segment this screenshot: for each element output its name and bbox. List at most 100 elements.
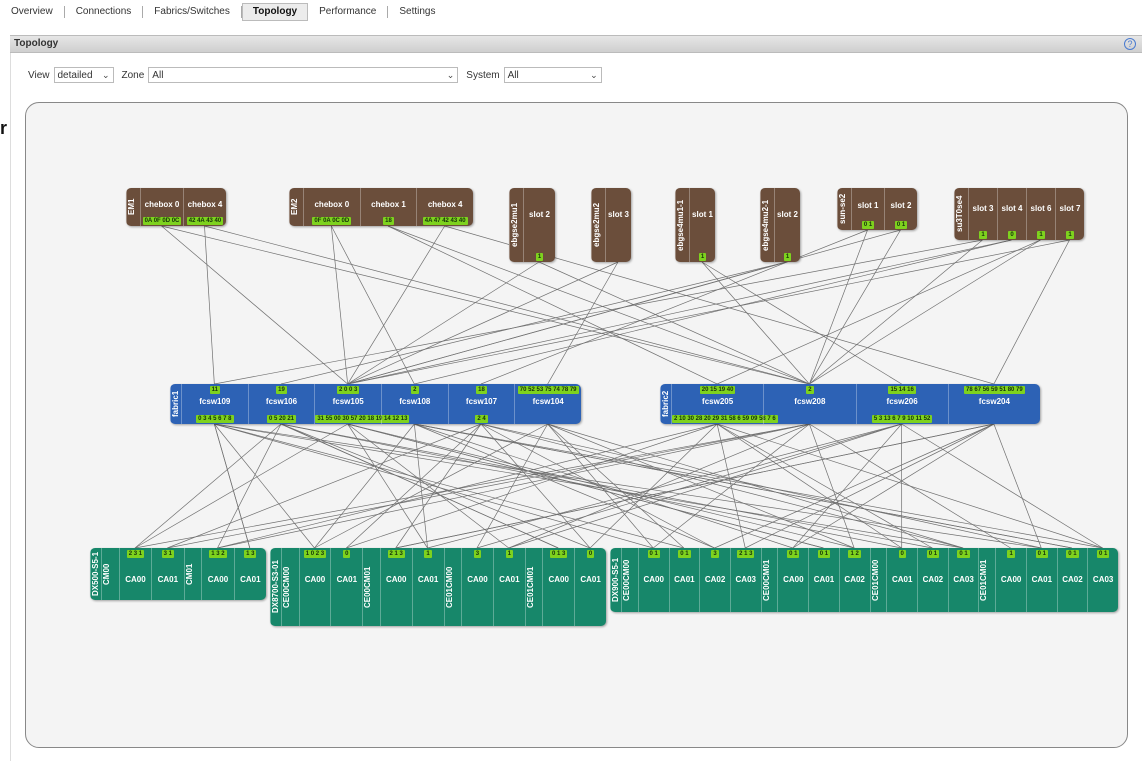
port-badge[interactable]: 3 <box>473 550 482 558</box>
port-badge[interactable]: 0 1 <box>678 550 691 558</box>
port-badge[interactable]: 18 <box>476 386 487 394</box>
ca-cell[interactable]: 3 CA00 <box>461 548 493 626</box>
tab-topology[interactable]: Topology <box>241 3 309 21</box>
host-node-em2[interactable]: EM2 chebox 0 0F 0A 0C 0D chebox 1 18 chebox 4… <box>289 188 473 226</box>
port-badge[interactable]: 0 1 3 <box>550 550 568 558</box>
ca-cell[interactable]: 1 3 2 CA00 <box>201 548 233 600</box>
switch-cell[interactable]: 18 fcsw107 2 4 <box>447 384 515 424</box>
switch-cell[interactable]: 70 52 53 75 74 78 79 fcsw104 <box>514 384 581 424</box>
switch-cell[interactable]: 11 fcsw109 0 3 4 5 6 7 8 <box>181 384 248 424</box>
host-slot[interactable]: slot 2 1 <box>774 188 800 262</box>
host-slot[interactable]: slot 4 0 <box>997 188 1026 240</box>
ca-cell[interactable]: 2 1 3 CA00 <box>379 548 412 626</box>
port-badge[interactable]: 0F 0A 0C 0D <box>312 217 352 225</box>
port-badge[interactable]: 0 1 <box>647 550 660 558</box>
host-node-su3t0se4[interactable]: su3T0se4 slot 3 1 slot 4 0 slot 6 1 slot 7 1 <box>954 188 1084 240</box>
port-badge[interactable]: 0 5 20 21 <box>266 415 296 423</box>
port-badge[interactable]: 42 4A 43 40 <box>186 217 224 225</box>
port-badge[interactable]: 0 1 <box>894 221 908 229</box>
host-slot[interactable]: chebox 4 4A 47 42 43 40 <box>416 188 473 226</box>
switch-cell[interactable]: 2 0 0 3 fcsw105 31 55 00 30 57 20 18 19 14… <box>314 384 410 424</box>
host-node-ebgse4mu2-1[interactable]: ebgse4mu2-1 slot 2 1 <box>760 188 800 262</box>
ca-cell[interactable]: 0 1 CA03 <box>1087 548 1118 612</box>
host-slot[interactable]: chebox 4 42 4A 43 40 <box>183 188 226 226</box>
port-badge[interactable]: 2 0 0 3 <box>336 386 360 394</box>
port-badge[interactable]: 1 <box>535 253 544 261</box>
port-badge[interactable]: 15 14 16 <box>888 386 916 394</box>
fabric-node-fabric1[interactable]: fabric1 11 fcsw109 0 3 4 5 6 7 8 19 fcsw106 0 … <box>170 384 581 424</box>
switch-cell[interactable]: 2 fcsw208 <box>763 384 855 424</box>
host-slot[interactable]: slot 1 1 <box>689 188 715 262</box>
port-badge[interactable]: 70 52 53 75 74 78 79 <box>517 386 579 394</box>
port-badge[interactable]: 78 67 56 59 51 80 79 <box>964 386 1025 394</box>
system-select[interactable]: All ⌄ <box>503 67 602 83</box>
switch-cell[interactable]: 19 fcsw106 0 5 20 21 <box>247 384 315 424</box>
host-slot[interactable]: chebox 0 0A 0F 0D 0C <box>140 188 183 226</box>
port-badge[interactable]: 0 1 <box>1035 550 1048 558</box>
host-node-ebgse4mu1-1[interactable]: ebgse4mu1-1 slot 1 1 <box>675 188 715 262</box>
ca-cell[interactable]: 2 3 1 CA00 <box>118 548 151 600</box>
port-badge[interactable]: 0 <box>1008 231 1016 239</box>
port-badge[interactable]: 1 <box>1066 231 1074 239</box>
port-badge[interactable]: 1 2 <box>848 550 861 558</box>
port-badge[interactable]: 1 <box>698 253 707 261</box>
port-badge[interactable]: 18 <box>383 217 394 225</box>
port-badge[interactable]: 1 <box>783 253 792 261</box>
storage-node-dx8700-s3-01[interactable]: DX8700-S3-01 CE00CM00 1 0 2 3 CA00 0 CA01 CE00… <box>270 548 606 626</box>
port-badge[interactable]: 1 <box>1007 550 1015 558</box>
port-badge[interactable]: 1 3 <box>244 550 257 558</box>
zone-select[interactable]: All ⌄ <box>148 67 459 83</box>
port-badge[interactable]: 19 <box>276 386 287 394</box>
host-slot[interactable]: slot 3 <box>605 188 631 262</box>
port-badge[interactable]: 2 <box>806 386 814 394</box>
host-slot[interactable]: slot 2 1 <box>523 188 555 262</box>
host-slot[interactable]: slot 2 0 1 <box>884 188 917 230</box>
storage-node-dx500-s5-1[interactable]: DX500-S5-1 CM00 2 3 1 CA00 3 1 CA01 CM01 1 3 2 C… <box>90 548 266 600</box>
ca-cell[interactable]: 3 CA02 <box>699 548 730 612</box>
ca-cell[interactable]: 0 1 CA01 <box>668 548 700 612</box>
port-badge[interactable]: 20 15 19 40 <box>699 386 736 394</box>
host-slot[interactable]: slot 6 1 <box>1026 188 1055 240</box>
port-badge[interactable]: 0 1 <box>817 550 831 558</box>
ca-cell[interactable]: 1 0 2 3 CA00 <box>298 548 331 626</box>
port-badge[interactable]: 2 <box>411 386 419 394</box>
port-badge[interactable]: 11 <box>209 386 220 394</box>
port-badge[interactable]: 0 1 <box>861 221 875 229</box>
port-badge[interactable]: 0 <box>343 550 351 558</box>
port-badge[interactable]: 2 3 1 <box>126 550 145 558</box>
fabric-node-fabric2[interactable]: fabric2 20 15 19 40 fcsw205 2 10 30 28 20 2… <box>660 384 1040 424</box>
host-node-ebgse2mu2[interactable]: ebgse2mu2 slot 3 <box>591 188 631 262</box>
port-badge[interactable]: 2 1 3 <box>387 550 405 558</box>
switch-cell[interactable]: 15 14 16 fcsw206 5 3 13 6 7 9 10 11 52 <box>855 384 948 424</box>
port-badge[interactable]: 0A 0F 0D 0C <box>142 217 182 225</box>
ca-cell[interactable]: 0 1 CA00 <box>777 548 808 612</box>
port-badge[interactable]: 1 <box>505 550 513 558</box>
ca-cell[interactable]: 1 CA00 <box>995 548 1026 612</box>
host-slot[interactable]: slot 7 1 <box>1055 188 1084 240</box>
host-node-ebgse2mu1[interactable]: ebgse2mu1 slot 2 1 <box>509 188 555 262</box>
port-badge[interactable]: 1 3 2 <box>209 550 227 558</box>
switch-cell[interactable]: 2 fcsw108 <box>381 384 448 424</box>
port-badge[interactable]: 1 <box>1037 231 1045 239</box>
port-badge[interactable]: 1 <box>424 550 432 558</box>
port-badge[interactable]: 4A 47 42 43 40 <box>422 217 468 225</box>
host-slot[interactable]: chebox 1 18 <box>359 188 417 226</box>
ca-cell[interactable]: 0 1 CA01 <box>808 548 839 612</box>
ca-cell[interactable]: 0 1 CA00 <box>637 548 669 612</box>
port-badge[interactable]: 2 1 3 <box>737 550 755 558</box>
port-badge[interactable]: 0 1 <box>1066 550 1079 558</box>
port-badge[interactable]: 0 <box>586 550 595 558</box>
host-slot[interactable]: slot 3 1 <box>968 188 997 240</box>
port-badge[interactable]: 0 <box>898 550 906 558</box>
host-node-sun-se2[interactable]: sun-se2 slot 1 0 1 slot 2 0 1 <box>837 188 917 230</box>
storage-node-dx900-s5-1[interactable]: DX900-S5-1 CE00CM00 0 1 CA00 0 1 CA01 3 CA02 2 1… <box>610 548 1118 612</box>
ca-cell[interactable]: 3 1 CA01 <box>151 548 183 600</box>
ca-cell[interactable]: 0 1 CA02 <box>917 548 948 612</box>
ca-cell[interactable]: 0 1 CA02 <box>1056 548 1088 612</box>
ca-cell[interactable]: 1 3 CA01 <box>233 548 266 600</box>
port-badge[interactable]: 0 1 <box>926 550 940 558</box>
port-badge[interactable]: 1 0 2 3 <box>303 550 327 558</box>
host-node-em1[interactable]: EM1 chebox 0 0A 0F 0D 0C chebox 4 42 4A 43 4… <box>126 188 226 226</box>
port-badge[interactable]: 0 1 <box>1096 550 1110 558</box>
port-badge[interactable]: 3 <box>711 550 719 558</box>
